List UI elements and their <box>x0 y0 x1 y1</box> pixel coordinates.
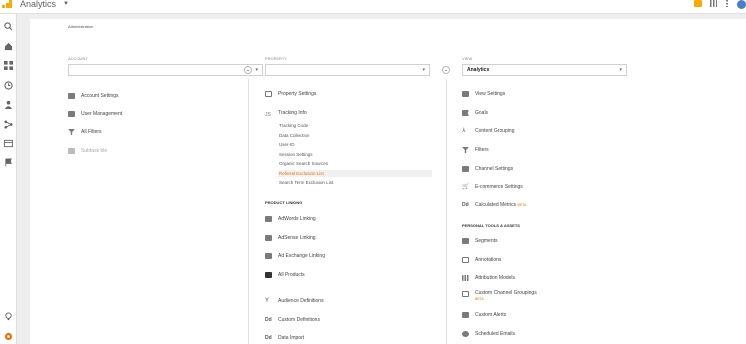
audience-person-icon[interactable] <box>4 100 13 109</box>
account-nav-button[interactable] <box>244 66 252 74</box>
search-term-exclusion-list-link[interactable]: Search Term Exclusion List <box>279 179 333 186</box>
home-icon[interactable] <box>4 42 13 51</box>
filter-icon <box>68 129 75 135</box>
calculated-metrics-beta-badge: BETA <box>517 203 527 207</box>
ad-exchange-icon <box>265 253 272 259</box>
dd-icon: Dd <box>265 317 272 323</box>
custom-channel-beta-badge: BETA <box>475 297 484 301</box>
property-select[interactable]: ▾ <box>265 64 430 76</box>
users-icon <box>68 111 75 117</box>
view-column-label: VIEW <box>462 56 473 61</box>
breadcrumb: Administration <box>68 24 94 29</box>
calculated-dd-icon: Dd <box>462 202 469 208</box>
view-doc-icon <box>462 91 469 97</box>
admin-panel: Administration ACCOUNT ▾ Account Setting… <box>30 19 746 344</box>
notifications-icon[interactable] <box>694 0 702 7</box>
adsense-icon <box>265 235 272 241</box>
product-linking-heading: PRODUCT LINKING <box>265 200 303 205</box>
schedule-clock-icon <box>462 331 469 337</box>
conversions-flag-icon[interactable] <box>4 158 13 167</box>
dd-import-icon: Dd <box>265 335 272 341</box>
goals-flag-icon <box>462 110 469 116</box>
property-column-label: PROPERTY <box>265 56 287 61</box>
user-id-link[interactable]: User-ID <box>279 141 295 148</box>
more-vert-icon[interactable] <box>726 0 728 7</box>
view-filter-icon <box>462 147 469 153</box>
channel-settings-icon <box>462 166 469 172</box>
organic-search-sources-link[interactable]: Organic Search Sources <box>279 160 328 167</box>
discover-lightbulb-icon[interactable] <box>4 312 13 321</box>
view-select[interactable]: Analytics ▾ <box>462 64 627 76</box>
top-bar: Analytics ▼ <box>0 0 746 14</box>
customization-icon[interactable] <box>4 61 13 70</box>
data-collection-link[interactable]: Data Collection <box>279 132 310 139</box>
property-divider <box>446 79 447 344</box>
app-title[interactable]: Analytics <box>20 0 56 9</box>
analytics-logo-icon[interactable] <box>2 0 12 8</box>
channel-groupings-icon <box>462 291 469 297</box>
property-nav-button[interactable] <box>442 66 450 74</box>
account-switcher-caret-icon[interactable]: ▼ <box>63 1 69 7</box>
tracking-js-icon: JS <box>265 112 271 118</box>
building-icon <box>68 93 75 99</box>
all-products-icon <box>265 272 272 278</box>
behavior-icon[interactable] <box>4 139 13 148</box>
account-divider <box>248 79 249 344</box>
segments-icon <box>462 238 469 244</box>
admin-gear-icon[interactable] <box>4 332 13 341</box>
annotations-icon <box>462 257 469 263</box>
acquisition-icon[interactable] <box>4 120 13 129</box>
apps-grid-icon[interactable] <box>710 0 717 7</box>
tracking-code-link[interactable]: Tracking Code <box>279 122 308 129</box>
realtime-clock-icon[interactable] <box>4 81 13 90</box>
account-column-label: ACCOUNT <box>68 56 88 61</box>
megaphone-icon <box>462 312 469 318</box>
audience-fork-icon: Y <box>265 298 270 304</box>
view-select-value: Analytics <box>467 67 490 73</box>
content-grouping-icon: ⅄ <box>462 128 466 134</box>
account-select[interactable]: ▾ <box>68 64 263 76</box>
adwords-icon <box>265 216 272 222</box>
property-square-icon <box>265 91 272 97</box>
cart-icon: 🛒 <box>462 184 470 190</box>
search-icon[interactable] <box>4 22 13 31</box>
trash-icon <box>68 148 75 154</box>
left-sidebar <box>0 14 17 344</box>
session-settings-link[interactable]: Session Settings <box>279 151 313 158</box>
referral-exclusion-list-link[interactable]: Referral Exclusion List <box>278 170 432 177</box>
account-avatar[interactable] <box>737 0 746 9</box>
attribution-bars-icon <box>462 275 469 281</box>
personal-tools-heading: PERSONAL TOOLS & ASSETS <box>462 223 520 228</box>
